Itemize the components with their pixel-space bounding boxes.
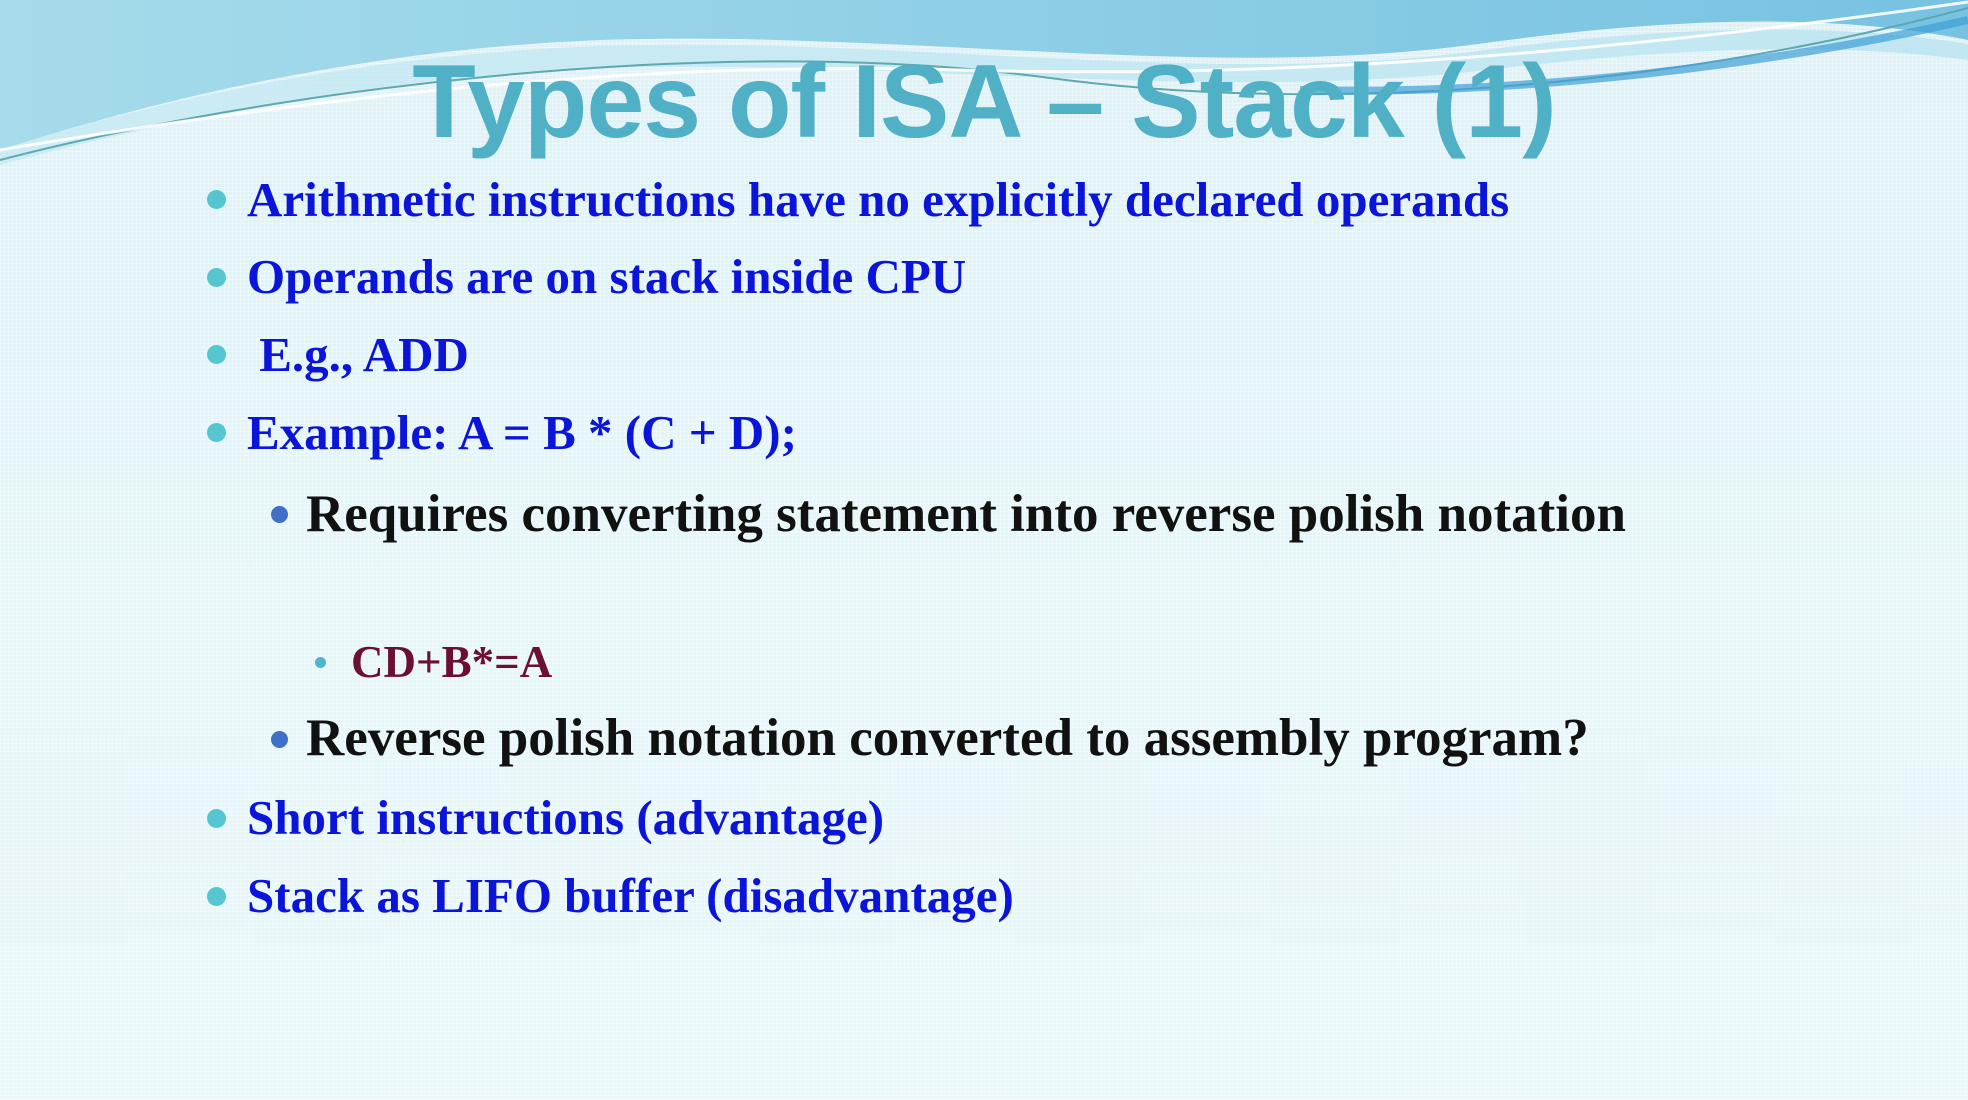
bullet-operands-on-stack: Operands are on stack inside CPU (247, 249, 967, 304)
bullet-dot (207, 345, 226, 364)
slide-title: Types of ISA – Stack (1) (412, 44, 1556, 160)
sub-bullet-assembly-question: Reverse polish notation converted to ass… (306, 709, 1589, 767)
bullet-lifo-buffer: Stack as LIFO buffer (disadvantage) (247, 868, 1014, 923)
bullet-dot (207, 423, 226, 442)
bullet-dot (207, 190, 226, 209)
bullet-short-instructions: Short instructions (advantage) (247, 790, 885, 845)
sub-bullet-reverse-polish: Requires converting statement into rever… (306, 485, 1626, 543)
bullet-no-explicit-operands: Arithmetic instructions have no explicit… (247, 172, 1510, 227)
bullet-dot (207, 887, 226, 906)
bullet-example-expression: Example: A = B * (C + D); (247, 405, 797, 460)
sub-sub-bullet-rpn-expression: CD+B*=A (351, 637, 553, 687)
bullet-dot (207, 268, 226, 287)
sub-sub-bullet-dot (315, 657, 326, 668)
sub-bullet-dot (271, 731, 288, 748)
bullet-dot (207, 809, 226, 828)
sub-bullet-dot (271, 506, 288, 523)
bullet-example-add: E.g., ADD (247, 327, 469, 382)
